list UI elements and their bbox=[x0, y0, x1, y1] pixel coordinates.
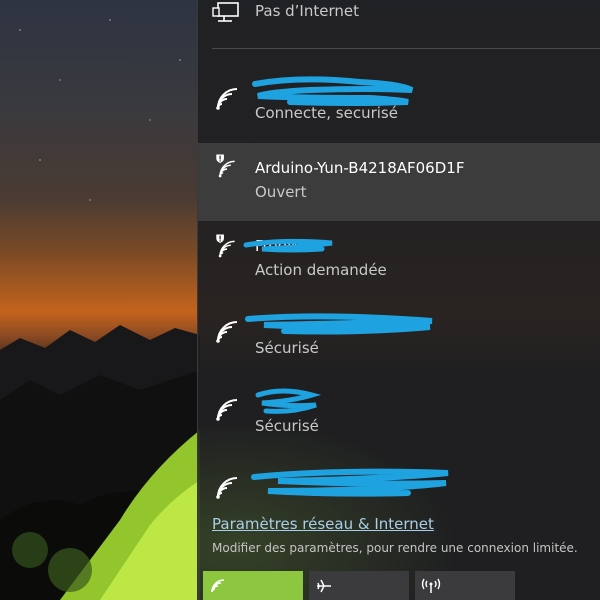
mountain-silhouette bbox=[0, 325, 200, 600]
redaction-scribble bbox=[245, 313, 433, 335]
network-status: Action demandée bbox=[255, 261, 387, 279]
network-name: FreeWifi bbox=[255, 237, 315, 255]
wifi-warning-icon bbox=[216, 234, 235, 258]
network-flyout: Pas d’Internet Connecte, securisé Arduin… bbox=[197, 0, 600, 600]
network-settings-description: Modifier des paramètres, pour rendre une… bbox=[212, 541, 578, 555]
network-status: Sécurisé bbox=[255, 339, 319, 357]
wifi-icon bbox=[211, 579, 225, 593]
ethernet-icon bbox=[212, 2, 239, 22]
mobile-hotspot-button[interactable] bbox=[415, 571, 515, 600]
wifi-network-item[interactable]: FreeWifi Action demandée bbox=[198, 221, 600, 299]
divider bbox=[212, 48, 600, 49]
network-settings-link[interactable]: Paramètres réseau & Internet bbox=[212, 515, 434, 533]
ethernet-status: Pas d’Internet bbox=[255, 2, 359, 20]
hotspot-icon bbox=[421, 578, 441, 593]
redaction-scribble bbox=[251, 468, 449, 497]
wifi-icon bbox=[216, 88, 238, 110]
wifi-icon bbox=[216, 399, 238, 421]
airplane-mode-button[interactable] bbox=[309, 571, 409, 600]
wifi-icon bbox=[216, 477, 238, 499]
wifi-icon bbox=[216, 321, 238, 343]
wifi-toggle-button[interactable] bbox=[203, 571, 303, 600]
redaction-scribble bbox=[255, 388, 322, 414]
wifi-network-item-selected[interactable]: Arduino-Yun-B4218AF06D1F Ouvert bbox=[198, 143, 600, 221]
wifi-network-item[interactable]: Sécurisé bbox=[198, 377, 600, 455]
ethernet-item[interactable]: Pas d’Internet bbox=[198, 0, 600, 50]
wifi-warning-icon bbox=[216, 154, 235, 178]
airplane-icon bbox=[317, 579, 331, 593]
wifi-network-item[interactable]: Connecte, securisé bbox=[198, 64, 600, 142]
wifi-network-item[interactable]: Sécurisé bbox=[198, 299, 600, 377]
network-status: Sécurisé bbox=[255, 417, 319, 435]
network-status: Ouvert bbox=[255, 183, 307, 201]
network-status: Connecte, securisé bbox=[255, 104, 398, 122]
network-name: Arduino-Yun-B4218AF06D1F bbox=[255, 159, 465, 177]
